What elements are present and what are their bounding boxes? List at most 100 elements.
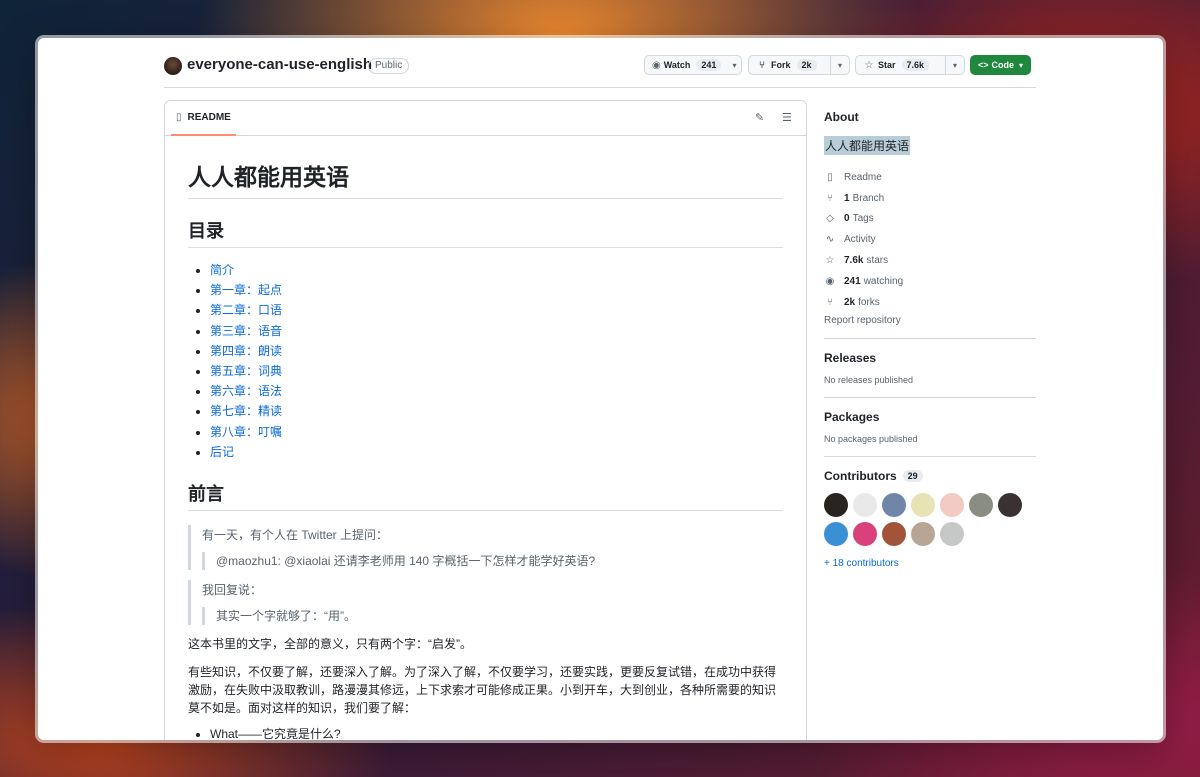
contributor-avatar[interactable] <box>824 521 848 546</box>
pencil-icon[interactable]: ✎ <box>755 111 764 124</box>
book-icon: ▯ <box>176 112 182 123</box>
divider <box>824 396 1036 398</box>
packages-text: No packages published <box>824 433 918 444</box>
star-icon: ☆ <box>864 59 874 71</box>
chevron-down-icon[interactable]: ▾ <box>829 56 849 74</box>
contributor-avatar[interactable] <box>882 492 906 517</box>
toc-link[interactable]: 第六章：语法 <box>210 384 282 398</box>
readme-header: ▯ README ✎ ☰ <box>165 101 806 136</box>
watching-label: watching <box>863 275 904 287</box>
toc-link[interactable]: 第三章：语音 <box>210 324 282 338</box>
fork-count: 2k <box>796 59 817 71</box>
owner-avatar[interactable] <box>164 57 182 75</box>
eye-icon: ◉ <box>825 275 835 287</box>
contributor-avatar[interactable] <box>911 492 935 517</box>
list-item: 第二章：口语 <box>210 300 783 320</box>
packages-heading[interactable]: Packages <box>824 410 1036 424</box>
contributor-avatar[interactable] <box>998 492 1022 517</box>
fork-label: Fork <box>771 60 791 70</box>
branch-link[interactable]: ⑂ 1 Branch <box>824 188 1036 209</box>
repo-page: everyone-can-use-english Public ◉ Watch … <box>164 38 1036 740</box>
tag-icon: ◇ <box>826 213 834 225</box>
stars-link[interactable]: ☆ 7.6k stars <box>824 250 1036 271</box>
tags-label: Tags <box>852 213 874 225</box>
visibility-badge: Public <box>368 58 410 74</box>
repo-forked-icon: ⑂ <box>827 296 833 308</box>
about-meta-list: ▯ Readme ⑂ 1 Branch ◇ 0 Tags ∿ Activity <box>824 167 1036 313</box>
bullet-list: What——它究竟是什么? <box>210 725 783 740</box>
toc-link[interactable]: 简介 <box>210 263 234 277</box>
star-label: Star <box>878 60 896 70</box>
git-branch-icon: ⑂ <box>827 192 833 204</box>
report-repository-link[interactable]: Report repository <box>824 315 1036 326</box>
quote-text: 其实一个字就够了：“用”。 <box>216 609 356 624</box>
tags-link[interactable]: ◇ 0 Tags <box>824 209 1036 230</box>
forks-label: forks <box>858 296 880 308</box>
toc-link[interactable]: 第一章：起点 <box>210 283 282 297</box>
contributor-avatar[interactable] <box>882 521 906 546</box>
quote-text: 我回复说： <box>202 583 263 598</box>
nested-blockquote: @maozhu1: @xiaolai 还请李老师用 140 字概括一下怎样才能学… <box>202 552 783 571</box>
contributor-avatars <box>824 492 1024 546</box>
stars-label: stars <box>866 255 889 267</box>
list-item: 第五章：词典 <box>210 361 783 381</box>
repo-forked-icon: ⑂ <box>759 59 765 71</box>
readme-link[interactable]: ▯ Readme <box>824 167 1036 188</box>
readme-panel: ▯ README ✎ ☰ 人人都能用英语 目录 简介 第一章：起点 第二章：口语… <box>164 100 807 740</box>
toc-link[interactable]: 第二章：口语 <box>210 303 282 317</box>
watching-link[interactable]: ◉ 241 watching <box>824 271 1036 292</box>
readme-body: 人人都能用英语 目录 简介 第一章：起点 第二章：口语 第三章：语音 第四章：朗… <box>165 136 806 740</box>
contributor-avatar[interactable] <box>853 521 877 546</box>
star-count: 7.6k <box>901 59 930 71</box>
releases-text: No releases published <box>824 374 914 385</box>
list-icon[interactable]: ☰ <box>782 111 792 124</box>
book-icon: ▯ <box>827 171 833 183</box>
activity-link[interactable]: ∿ Activity <box>824 229 1036 250</box>
readme-title: 人人都能用英语 <box>188 136 783 199</box>
forks-link[interactable]: ⑂ 2k forks <box>824 292 1036 313</box>
star-icon: ☆ <box>825 255 835 267</box>
chevron-down-icon[interactable]: ▾ <box>725 56 743 74</box>
stars-count: 7.6k <box>844 255 864 267</box>
watching-count: 241 <box>844 275 861 287</box>
watch-button[interactable]: ◉ Watch 241 ▾ <box>644 55 742 75</box>
contributors-header: Contributors 29 <box>824 469 1036 483</box>
preface-heading: 前言 <box>188 480 783 512</box>
tab-readme[interactable]: ▯ README <box>171 101 236 136</box>
eye-icon: ◉ <box>652 59 661 71</box>
toc-link[interactable]: 第七章：精读 <box>210 404 282 418</box>
contributor-avatar[interactable] <box>969 492 993 517</box>
toc-link[interactable]: 第五章：词典 <box>210 364 282 378</box>
toc-link[interactable]: 第四章：朗读 <box>210 344 282 358</box>
divider <box>824 337 1036 339</box>
star-button[interactable]: ☆ Star 7.6k ▾ <box>855 55 965 75</box>
readme-link-label: Readme <box>844 171 882 183</box>
branch-label: Branch <box>852 192 885 204</box>
fork-button[interactable]: ⑂ Fork 2k ▾ <box>748 55 850 75</box>
paragraph: 有些知识，不仅要了解，还要深入了解。为了深入了解，不仅要学习，还要实践，更要反复… <box>188 665 777 716</box>
list-item: 第三章：语音 <box>210 321 783 341</box>
chevron-down-icon[interactable]: ▾ <box>944 56 964 74</box>
toc-link[interactable]: 第八章：叮嘱 <box>210 425 282 439</box>
paragraph: 这本书里的文字，全部的意义，只有两个字：“启发”。 <box>188 637 472 652</box>
branch-count: 1 <box>844 192 850 204</box>
code-button[interactable]: <> Code ▾ <box>970 55 1031 75</box>
repo-name[interactable]: everyone-can-use-english <box>187 56 372 73</box>
code-icon: <> <box>977 60 989 70</box>
about-heading: About <box>824 110 859 124</box>
forks-count: 2k <box>844 296 856 308</box>
list-item: 第六章：语法 <box>210 381 783 401</box>
blockquote: 有一天，有个人在 Twitter 上提问： @maozhu1: @xiaolai… <box>188 525 783 571</box>
list-item: 第八章：叮嘱 <box>210 422 783 442</box>
releases-heading[interactable]: Releases <box>824 351 1036 365</box>
contributor-avatar[interactable] <box>824 492 848 517</box>
contributor-avatar[interactable] <box>940 521 964 546</box>
contributor-avatar[interactable] <box>940 492 964 517</box>
activity-label: Activity <box>844 234 876 246</box>
contributor-avatar[interactable] <box>911 521 935 546</box>
contributor-avatar[interactable] <box>853 492 877 517</box>
watch-count: 241 <box>696 59 722 71</box>
more-contributors-link[interactable]: + 18 contributors <box>824 558 1036 569</box>
contributors-heading[interactable]: Contributors <box>824 469 897 483</box>
toc-link[interactable]: 后记 <box>210 445 234 459</box>
